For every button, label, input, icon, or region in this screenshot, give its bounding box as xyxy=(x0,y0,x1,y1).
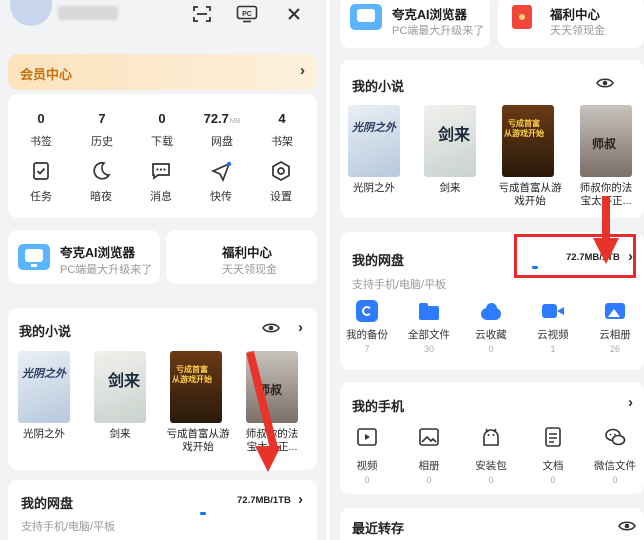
eye-icon[interactable] xyxy=(618,519,636,533)
book-item[interactable]: 光阴之外 光阴之外 xyxy=(14,351,74,441)
phone-title: 我的手机 xyxy=(352,399,405,414)
book-item[interactable]: 师叔 师叔你的法宝太不正... xyxy=(576,105,636,208)
welfare-subtitle: 天天领现金 xyxy=(222,264,277,276)
disk-subtitle: 支持手机/电脑/平板 xyxy=(352,279,447,291)
right-screenshot: 夸克AI浏览器 PC端最大升级来了 福利中心 天天领现金 我的小说 光阴之外 光… xyxy=(330,0,644,540)
album-icon xyxy=(604,300,626,322)
stat-bookmarks[interactable]: 0 书签 xyxy=(17,111,65,149)
browser-logo-icon xyxy=(18,244,50,270)
left-screenshot: PC 会员中心 › 0 书签 7 历史 0 下载 72.7MB 网盘 4 书架 任务 暗夜… xyxy=(0,0,326,540)
disk-item-backup[interactable]: 我的备份 7 xyxy=(342,300,392,354)
novels-title: 我的小说 xyxy=(352,79,405,94)
tool-dark-mode[interactable]: 暗夜 xyxy=(76,160,126,204)
phone-item-wechat-files[interactable]: 微信文件 0 xyxy=(590,426,640,485)
annotation-arrow-head xyxy=(255,446,281,472)
moon-icon xyxy=(93,161,111,180)
book-item[interactable]: 亏成首富 从游戏开始 亏成首富从游戏开始 xyxy=(498,105,562,208)
disk-item-all-files[interactable]: 全部文件 30 xyxy=(404,300,454,354)
disk-subtitle: 支持手机/电脑/平板 xyxy=(21,521,116,533)
my-novels-card: 我的小说 光阴之外 光阴之外 剑来 剑来 亏成首富 从游戏开始 亏成首富从游戏开始… xyxy=(340,60,644,218)
wechat-icon xyxy=(605,428,626,446)
android-icon xyxy=(483,428,499,446)
my-phone-card: 我的手机 › 视频 0 相册 0 安装包 0 文档 0 微信文件 0 xyxy=(340,382,644,494)
welfare-title: 福利中心 xyxy=(222,246,273,260)
red-envelope-icon xyxy=(512,5,532,29)
close-icon[interactable] xyxy=(286,6,302,27)
svg-text:PC: PC xyxy=(242,11,252,18)
phone-item-apk[interactable]: 安装包 0 xyxy=(466,426,516,485)
stat-bookshelf[interactable]: 4 书架 xyxy=(258,111,306,149)
pc-icon[interactable]: PC xyxy=(236,5,258,28)
member-center-banner[interactable]: 会员中心 › xyxy=(8,54,317,90)
recent-title: 最近转存 xyxy=(352,521,405,536)
welfare-subtitle: 天天领现金 xyxy=(550,25,605,37)
backup-icon xyxy=(356,300,378,322)
phone-item-album[interactable]: 相册 0 xyxy=(404,426,454,485)
browser-title: 夸克AI浏览器 xyxy=(392,8,468,22)
tool-task[interactable]: 任务 xyxy=(16,160,66,204)
disk-title: 我的网盘 xyxy=(352,253,405,268)
welfare-title: 福利中心 xyxy=(550,8,601,22)
tool-messages[interactable]: 消息 xyxy=(136,160,186,204)
chevron-right-icon: › xyxy=(300,62,305,79)
browser-subtitle: PC端最大升级来了 xyxy=(392,25,485,37)
disk-usage: 72.7MB/1TB xyxy=(237,495,291,506)
scan-icon[interactable] xyxy=(192,5,212,28)
chevron-right-icon[interactable]: › xyxy=(628,394,633,411)
chevron-right-icon[interactable]: › xyxy=(298,319,303,336)
cloud-icon xyxy=(480,300,502,322)
eye-icon[interactable] xyxy=(262,321,280,335)
recent-transfers-card: 最近转存 xyxy=(340,508,644,540)
annotation-arrow-head xyxy=(593,238,619,264)
stat-downloads[interactable]: 0 下载 xyxy=(138,111,186,149)
stat-cloud[interactable]: 72.7MB 网盘 xyxy=(198,111,246,149)
phone-item-video[interactable]: 视频 0 xyxy=(342,426,392,485)
eye-icon[interactable] xyxy=(596,76,614,90)
disk-usage-bar xyxy=(200,512,206,515)
stats-tools-card: 0 书签 7 历史 0 下载 72.7MB 网盘 4 书架 任务 暗夜 消息 快传 设置 xyxy=(8,94,317,218)
book-item[interactable]: 剑来 剑来 xyxy=(90,351,150,441)
phone-item-documents[interactable]: 文档 0 xyxy=(528,426,578,485)
welfare-card[interactable]: 福利中心 天天领现金 xyxy=(166,230,317,284)
disk-item-cloud-video[interactable]: 云视频 1 xyxy=(528,300,578,354)
task-icon xyxy=(33,162,49,180)
video-icon xyxy=(542,300,564,322)
chevron-right-icon: › xyxy=(298,491,303,508)
member-center-title: 会员中心 xyxy=(20,67,73,82)
disk-item-cloud-album[interactable]: 云相册 26 xyxy=(590,300,640,354)
play-icon xyxy=(357,428,377,446)
settings-icon xyxy=(272,161,290,181)
browser-subtitle: PC端最大升级来了 xyxy=(60,264,153,276)
disk-item-cloud-favorites[interactable]: 云收藏 0 xyxy=(466,300,516,354)
browser-logo-icon xyxy=(350,4,382,30)
browser-promo-card[interactable]: 夸克AI浏览器 PC端最大升级来了 xyxy=(8,230,160,284)
avatar[interactable] xyxy=(10,0,52,26)
my-cloud-disk-card[interactable]: 我的网盘 72.7MB/1TB › 支持手机/电脑/平板 xyxy=(8,480,317,540)
send-icon xyxy=(210,161,232,182)
book-item[interactable]: 亏成首富 从游戏开始 亏成首富从游戏开始 xyxy=(166,351,230,454)
image-icon xyxy=(419,428,439,446)
username-blurred xyxy=(58,6,118,20)
stat-history[interactable]: 7 历史 xyxy=(78,111,126,149)
novels-title: 我的小说 xyxy=(19,324,72,339)
welfare-card[interactable]: 福利中心 天天领现金 xyxy=(498,0,644,48)
disk-title: 我的网盘 xyxy=(21,496,74,511)
folder-icon xyxy=(418,300,440,322)
message-icon xyxy=(152,163,170,180)
document-icon xyxy=(545,427,561,447)
tool-settings[interactable]: 设置 xyxy=(256,160,306,204)
book-item[interactable]: 光阴之外 光阴之外 xyxy=(344,105,404,195)
browser-title: 夸克AI浏览器 xyxy=(60,246,136,260)
book-item[interactable]: 剑来 剑来 xyxy=(420,105,480,195)
browser-promo-card[interactable]: 夸克AI浏览器 PC端最大升级来了 xyxy=(340,0,490,48)
tool-quick-send[interactable]: 快传 xyxy=(196,160,246,204)
